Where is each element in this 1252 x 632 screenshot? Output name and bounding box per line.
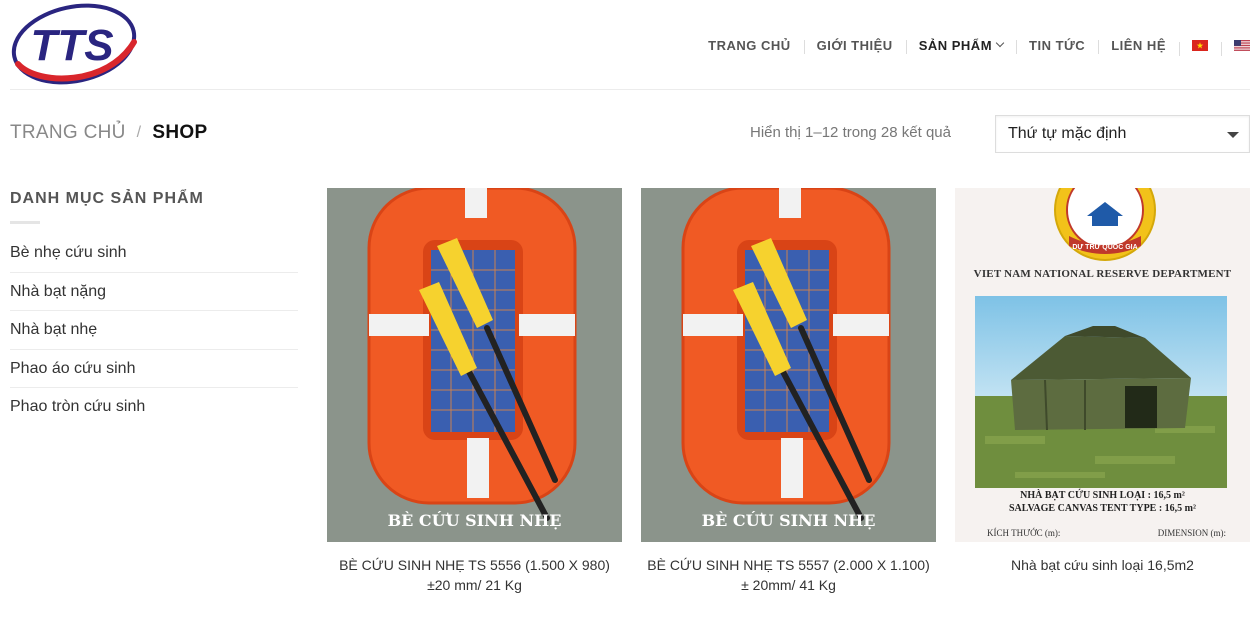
product-title[interactable]: BÈ CỨU SINH NHẸ TS 5556 (1.500 X 980) ±2… bbox=[327, 555, 622, 595]
lang-vi[interactable] bbox=[1179, 39, 1221, 56]
tent-photo bbox=[975, 296, 1227, 488]
chevron-down-icon bbox=[995, 38, 1005, 48]
sidebar-title: DANH MỤC SẢN PHẨM bbox=[10, 190, 204, 207]
image-line: NHÀ BẠT CỨU SINH LOẠI : 16,5 m² bbox=[1020, 490, 1185, 501]
header-divider bbox=[10, 89, 1250, 90]
product-title[interactable]: BÈ CỨU SINH NHẸ TS 5557 (2.000 X 1.100) … bbox=[641, 555, 936, 595]
nav-products[interactable]: SẢN PHẨM bbox=[905, 37, 1016, 54]
product-image[interactable]: BÈ CỨU SINH NHẸ bbox=[327, 188, 622, 542]
life-raft-illustration bbox=[681, 188, 891, 521]
main-nav: TRANG CHỦ GIỚI THIỆU SẢN PHẨM TIN TỨC LI… bbox=[695, 0, 1252, 90]
nav-about[interactable]: GIỚI THIỆU bbox=[803, 37, 906, 54]
product-title[interactable]: Nhà bạt cứu sinh loại 16,5m2 bbox=[955, 555, 1250, 575]
image-dimension-label: DIMENSION (m): bbox=[1157, 528, 1226, 538]
life-raft-illustration bbox=[367, 188, 577, 521]
category-item[interactable]: Phao áo cứu sinh bbox=[10, 350, 298, 388]
nav-home-label: TRANG CHỦ bbox=[708, 37, 791, 53]
sidebar-divider bbox=[10, 221, 40, 224]
product-image[interactable]: DỰ TRỮ QUỐC GIA VIET NAM NATIONAL RESERV… bbox=[955, 188, 1250, 542]
category-item[interactable]: Phao tròn cứu sinh bbox=[10, 388, 298, 427]
breadcrumb-current: SHOP bbox=[152, 122, 208, 143]
site-logo[interactable]: TTS bbox=[8, 2, 140, 86]
sort-select[interactable]: Thứ tự mặc định bbox=[995, 115, 1250, 153]
image-caption: BÈ CỨU SINH NHẸ bbox=[701, 511, 876, 530]
lang-en[interactable] bbox=[1221, 39, 1252, 56]
category-item[interactable]: Nhà bạt nhẹ bbox=[10, 311, 298, 350]
breadcrumb-separator: / bbox=[136, 124, 142, 141]
nav-contact[interactable]: LIÊN HỆ bbox=[1098, 37, 1179, 54]
nav-news[interactable]: TIN TỨC bbox=[1016, 37, 1098, 54]
product-card: BÈ CỨU SINH NHẸ BÈ CỨU SINH NHẸ TS 5556 … bbox=[327, 188, 622, 595]
product-card: DỰ TRỮ QUỐC GIA VIET NAM NATIONAL RESERV… bbox=[955, 188, 1250, 575]
nav-news-label: TIN TỨC bbox=[1029, 37, 1086, 53]
svg-text:TTS: TTS bbox=[30, 21, 113, 70]
product-image[interactable]: BÈ CỨU SINH NHẸ bbox=[641, 188, 936, 542]
site-header: TTS TRANG CHỦ GIỚI THIỆU SẢN PHẨM TIN TỨ… bbox=[0, 0, 1252, 90]
breadcrumb-home[interactable]: TRANG CHỦ bbox=[10, 122, 126, 144]
category-item[interactable]: Bè nhẹ cứu sinh bbox=[10, 234, 298, 273]
result-count: Hiển thị 1–12 trong 28 kết quả bbox=[750, 124, 951, 141]
nav-home[interactable]: TRANG CHỦ bbox=[695, 38, 804, 53]
dropdown-arrow-icon bbox=[1227, 132, 1239, 138]
breadcrumb: TRANG CHỦ / SHOP bbox=[10, 122, 207, 144]
flag-vietnam-icon bbox=[1192, 39, 1208, 51]
image-caption: BÈ CỨU SINH NHẸ bbox=[387, 511, 562, 530]
category-list: Bè nhẹ cứu sinh Nhà bạt nặng Nhà bạt nhẹ… bbox=[10, 234, 298, 427]
image-dimension-label: KÍCH THƯỚC (m): bbox=[987, 528, 1061, 538]
image-line: SALVAGE CANVAS TENT TYPE : 16,5 m² bbox=[1008, 503, 1197, 514]
flag-usa-icon bbox=[1234, 39, 1250, 51]
nav-products-label: SẢN PHẨM bbox=[918, 37, 993, 53]
nav-about-label: GIỚI THIỆU bbox=[816, 37, 893, 53]
category-sidebar: DANH MỤC SẢN PHẨM Bè nhẹ cứu sinh Nhà bạ… bbox=[10, 190, 298, 427]
nav-contact-label: LIÊN HỆ bbox=[1111, 37, 1166, 53]
sort-selected-value: Thứ tự mặc định bbox=[1008, 125, 1127, 142]
national-reserve-seal: DỰ TRỮ QUỐC GIA bbox=[1054, 188, 1156, 261]
category-item[interactable]: Nhà bạt nặng bbox=[10, 273, 298, 311]
product-card: BÈ CỨU SINH NHẸ BÈ CỨU SINH NHẸ TS 5557 … bbox=[641, 188, 936, 595]
image-header: VIET NAM NATIONAL RESERVE DEPARTMENT bbox=[973, 268, 1232, 280]
